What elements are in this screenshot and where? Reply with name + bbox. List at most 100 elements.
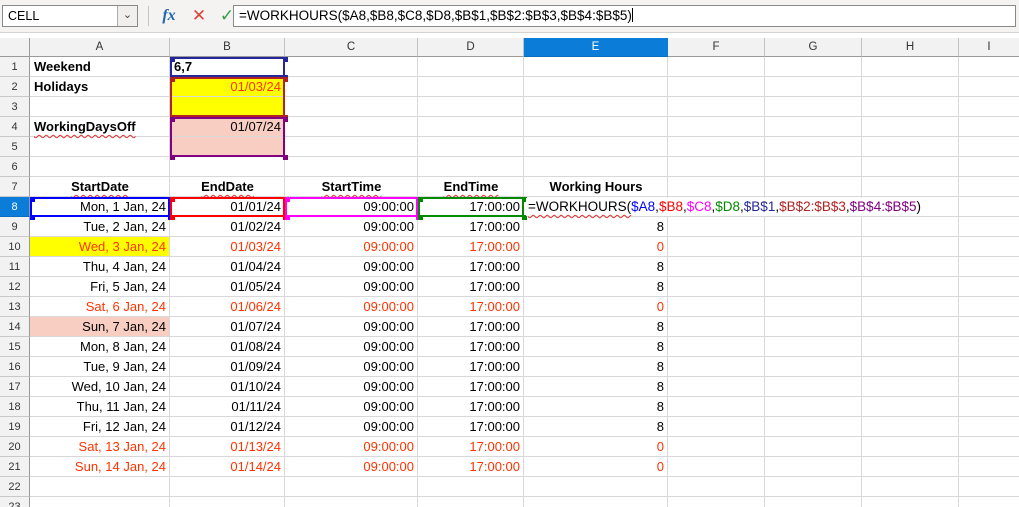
cell-B13[interactable]: 01/06/24 [170,297,285,317]
column-header-C[interactable]: C [285,38,418,57]
ref-resize-handle[interactable] [283,155,288,160]
cell-B15[interactable]: 01/08/24 [170,337,285,357]
cell-A16[interactable]: Tue, 9 Jan, 24 [30,357,170,377]
cell-C11[interactable]: 09:00:00 [285,257,418,277]
cell-A7[interactable]: StartDate [30,177,170,197]
cell-E17[interactable]: 8 [524,377,668,397]
row-header-2[interactable]: 2 [0,77,30,97]
cell-D15[interactable]: 17:00:00 [418,337,524,357]
cell-C16[interactable]: 09:00:00 [285,357,418,377]
ref-highlight-B4-B5[interactable] [170,117,288,160]
cell-A12[interactable]: Fri, 5 Jan, 24 [30,277,170,297]
ref-resize-handle[interactable] [170,215,175,220]
cell-C14[interactable]: 09:00:00 [285,317,418,337]
row-header-6[interactable]: 6 [0,157,30,177]
cell-B20[interactable]: 01/13/24 [170,437,285,457]
cell-B12[interactable]: 01/05/24 [170,277,285,297]
cell-E11[interactable]: 8 [524,257,668,277]
ref-resize-handle[interactable] [170,77,175,82]
cell-D17[interactable]: 17:00:00 [418,377,524,397]
row-header-5[interactable]: 5 [0,137,30,157]
cell-A21[interactable]: Sun, 14 Jan, 24 [30,457,170,477]
cell-E10[interactable]: 0 [524,237,668,257]
ref-resize-handle[interactable] [283,117,288,122]
row-header-11[interactable]: 11 [0,257,30,277]
cell-C19[interactable]: 09:00:00 [285,417,418,437]
row-header-18[interactable]: 18 [0,397,30,417]
column-header-B[interactable]: B [170,38,285,57]
ref-resize-handle[interactable] [170,117,175,122]
cell-B21[interactable]: 01/14/24 [170,457,285,477]
cell-C17[interactable]: 09:00:00 [285,377,418,397]
ref-resize-handle[interactable] [30,215,35,220]
row-header-12[interactable]: 12 [0,277,30,297]
row-header-4[interactable]: 4 [0,117,30,137]
cell-A17[interactable]: Wed, 10 Jan, 24 [30,377,170,397]
row-header-13[interactable]: 13 [0,297,30,317]
row-header-8[interactable]: 8 [0,197,30,217]
cell-B18[interactable]: 01/11/24 [170,397,285,417]
cell-E9[interactable]: 8 [524,217,668,237]
column-header-H[interactable]: H [862,38,959,57]
row-header-19[interactable]: 19 [0,417,30,437]
row-header-9[interactable]: 9 [0,217,30,237]
ref-highlight-D8[interactable] [418,197,527,220]
name-box-dropdown-icon[interactable]: ⌄ [117,6,137,26]
cell-C18[interactable]: 09:00:00 [285,397,418,417]
cell-C9[interactable]: 09:00:00 [285,217,418,237]
cell-E21[interactable]: 0 [524,457,668,477]
cell-D19[interactable]: 17:00:00 [418,417,524,437]
column-header-G[interactable]: G [765,38,862,57]
cell-A2[interactable]: Holidays [30,77,170,97]
cell-A18[interactable]: Thu, 11 Jan, 24 [30,397,170,417]
ref-highlight-B8[interactable] [170,197,288,220]
cell-B19[interactable]: 01/12/24 [170,417,285,437]
row-header-7[interactable]: 7 [0,177,30,197]
cell-C20[interactable]: 09:00:00 [285,437,418,457]
row-header-20[interactable]: 20 [0,437,30,457]
row-header-17[interactable]: 17 [0,377,30,397]
cell-E20[interactable]: 0 [524,437,668,457]
cell-E18[interactable]: 8 [524,397,668,417]
cell-A1[interactable]: Weekend [30,57,170,77]
column-header-D[interactable]: D [418,38,524,57]
cell-B11[interactable]: 01/04/24 [170,257,285,277]
cell-E19[interactable]: 8 [524,417,668,437]
cell-E8-edit[interactable]: =WORKHOURS($A8,$B8,$C8,$D8,$B$1,$B$2:$B$… [526,198,923,216]
column-header-E[interactable]: E [524,38,668,57]
ref-highlight-B1[interactable] [170,57,288,80]
cell-A19[interactable]: Fri, 12 Jan, 24 [30,417,170,437]
cell-C10[interactable]: 09:00:00 [285,237,418,257]
sheet-corner-box[interactable] [0,38,30,57]
cell-A11[interactable]: Thu, 4 Jan, 24 [30,257,170,277]
cancel-button[interactable]: ✕ [186,4,212,28]
cell-D10[interactable]: 17:00:00 [418,237,524,257]
ref-highlight-B2-B3[interactable] [170,77,288,120]
ref-resize-handle[interactable] [170,197,175,202]
cell-A20[interactable]: Sat, 13 Jan, 24 [30,437,170,457]
cell-D9[interactable]: 17:00:00 [418,217,524,237]
row-header-16[interactable]: 16 [0,357,30,377]
cell-D16[interactable]: 17:00:00 [418,357,524,377]
cell-A10[interactable]: Wed, 3 Jan, 24 [30,237,170,257]
row-header-15[interactable]: 15 [0,337,30,357]
row-header-3[interactable]: 3 [0,97,30,117]
ref-resize-handle[interactable] [283,77,288,82]
formula-input[interactable]: =WORKHOURS($A8,$B8,$C8,$D8,$B$1,$B$2:$B$… [233,5,1016,27]
cell-B16[interactable]: 01/09/24 [170,357,285,377]
ref-highlight-C8[interactable] [285,197,421,220]
ref-resize-handle[interactable] [283,57,288,62]
cell-E13[interactable]: 0 [524,297,668,317]
cell-D13[interactable]: 17:00:00 [418,297,524,317]
cell-A4[interactable]: WorkingDaysOff [30,117,170,137]
cell-E16[interactable]: 8 [524,357,668,377]
cell-C21[interactable]: 09:00:00 [285,457,418,477]
cell-A9[interactable]: Tue, 2 Jan, 24 [30,217,170,237]
cell-A13[interactable]: Sat, 6 Jan, 24 [30,297,170,317]
cell-C7[interactable]: StartTime [285,177,418,197]
cell-B10[interactable]: 01/03/24 [170,237,285,257]
column-header-A[interactable]: A [30,38,170,57]
column-header-I[interactable]: I [959,38,1019,57]
cell-B9[interactable]: 01/02/24 [170,217,285,237]
cell-D11[interactable]: 17:00:00 [418,257,524,277]
